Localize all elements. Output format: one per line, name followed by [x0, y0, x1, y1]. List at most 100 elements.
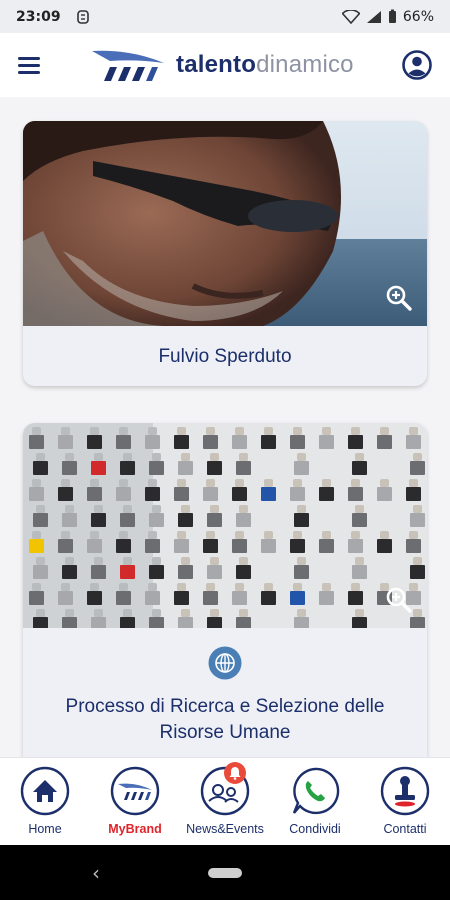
lego-figure-head — [32, 479, 41, 487]
logo-text-dinamico: dinamico — [256, 51, 354, 78]
content-scroll-area[interactable]: Fulvio Sperduto Processo di Ricerca e Se — [0, 97, 450, 757]
lego-figure-head — [123, 453, 132, 461]
lego-figure-head — [181, 557, 190, 565]
battery-icon — [388, 9, 396, 23]
back-chevron-icon[interactable]: ‹ — [92, 861, 100, 885]
nav-item-news-events[interactable]: News&Events — [182, 762, 268, 836]
lego-figure-body — [203, 591, 218, 605]
lego-figure-body — [232, 539, 247, 553]
lego-figure-head — [413, 505, 422, 513]
lego-figure-head — [235, 479, 244, 487]
profile-card[interactable]: Fulvio Sperduto — [23, 121, 427, 386]
lego-figure-body — [377, 435, 392, 449]
lego-figure-head — [206, 531, 215, 539]
lego-figure-head — [264, 583, 273, 591]
lego-figure-head — [264, 427, 273, 435]
lego-figure-body — [236, 461, 251, 475]
bottom-navigation: Home MyBrand News&Events Condividi Conta… — [0, 757, 450, 845]
lego-figure-body — [352, 461, 367, 475]
talentodinamico-logo: talentodinamico — [90, 45, 354, 85]
hamburger-menu-icon[interactable] — [18, 50, 48, 80]
lego-figure-head — [152, 557, 161, 565]
nav-item-condividi[interactable]: Condividi — [272, 766, 358, 836]
lego-figure-head — [119, 427, 128, 435]
home-pill-button[interactable] — [208, 867, 242, 878]
lego-figure-body — [91, 461, 106, 475]
lego-figure-body — [149, 461, 164, 475]
lego-figure-head — [123, 557, 132, 565]
lego-figure-body — [58, 591, 73, 605]
lego-figure-body — [58, 487, 73, 501]
lego-figure-body — [290, 487, 305, 501]
lego-figure-head — [264, 479, 273, 487]
lego-figure-body — [290, 435, 305, 449]
lego-figure-body — [236, 513, 251, 527]
lego-figure-head — [119, 583, 128, 591]
nav-item-home[interactable]: Home — [2, 766, 88, 836]
lego-figure-head — [206, 479, 215, 487]
lego-figure-body — [116, 435, 131, 449]
lego-figure-head — [61, 427, 70, 435]
lego-figure-body — [319, 487, 334, 501]
lego-figure-head — [148, 427, 157, 435]
lego-figure-head — [264, 531, 273, 539]
lego-figure-head — [235, 427, 244, 435]
lego-figure-head — [32, 531, 41, 539]
lego-figure-head — [409, 531, 418, 539]
lego-figure-body — [207, 513, 222, 527]
lego-figure-head — [351, 531, 360, 539]
home-icon — [20, 766, 70, 816]
nav-item-mybrand[interactable]: MyBrand — [92, 766, 178, 836]
lego-figure-body — [294, 513, 309, 527]
lego-figure-body — [33, 565, 48, 579]
lego-figure-head — [65, 505, 74, 513]
lego-figure-head — [61, 531, 70, 539]
nav-item-contatti[interactable]: Contatti — [362, 766, 448, 836]
lego-figure-body — [145, 591, 160, 605]
lego-figure-body — [236, 617, 251, 628]
lego-figure-body — [174, 591, 189, 605]
lego-figure-head — [239, 453, 248, 461]
battery-percent: 66% — [402, 8, 434, 25]
lego-figure-head — [177, 531, 186, 539]
lego-figure-body — [319, 435, 334, 449]
lego-figure-head — [351, 427, 360, 435]
lego-figure-head — [65, 453, 74, 461]
lego-figure-head — [413, 609, 422, 617]
lego-figure-head — [181, 453, 190, 461]
lego-figure-head — [355, 453, 364, 461]
lego-figure-head — [297, 609, 306, 617]
article-card-title: Processo di Ricerca e Selezione delle Ri… — [65, 696, 385, 743]
lego-figure-head — [322, 479, 331, 487]
account-circle-icon[interactable] — [402, 50, 432, 80]
lego-figure-body — [29, 435, 44, 449]
globe-icon[interactable] — [208, 646, 242, 680]
lego-figure-body — [58, 539, 73, 553]
lego-figure-body — [377, 487, 392, 501]
lego-figure-body — [261, 591, 276, 605]
lego-figure-head — [32, 427, 41, 435]
nav-label-home: Home — [28, 822, 62, 836]
lego-figure-head — [409, 427, 418, 435]
lego-figure-body — [91, 617, 106, 628]
lego-figure-body — [319, 539, 334, 553]
lego-figure-head — [210, 505, 219, 513]
lego-figure-body — [87, 487, 102, 501]
lego-figure-body — [207, 617, 222, 628]
lego-figure-head — [36, 453, 45, 461]
zoom-in-icon[interactable] — [385, 586, 413, 614]
lego-figure-head — [293, 531, 302, 539]
lego-figure-body — [29, 539, 44, 553]
lego-figure-head — [65, 609, 74, 617]
zoom-in-icon[interactable] — [385, 284, 413, 312]
lego-figure-body — [348, 539, 363, 553]
lego-figure-body — [174, 487, 189, 501]
lego-figure-body — [232, 435, 247, 449]
article-card[interactable]: Processo di Ricerca e Selezione delle Ri… — [23, 423, 427, 757]
lego-figure-head — [181, 505, 190, 513]
lego-figure-body — [62, 513, 77, 527]
nav-label-mybrand: MyBrand — [108, 822, 162, 836]
lego-figure-body — [352, 565, 367, 579]
lego-figure-body — [91, 565, 106, 579]
lego-figure-body — [87, 435, 102, 449]
